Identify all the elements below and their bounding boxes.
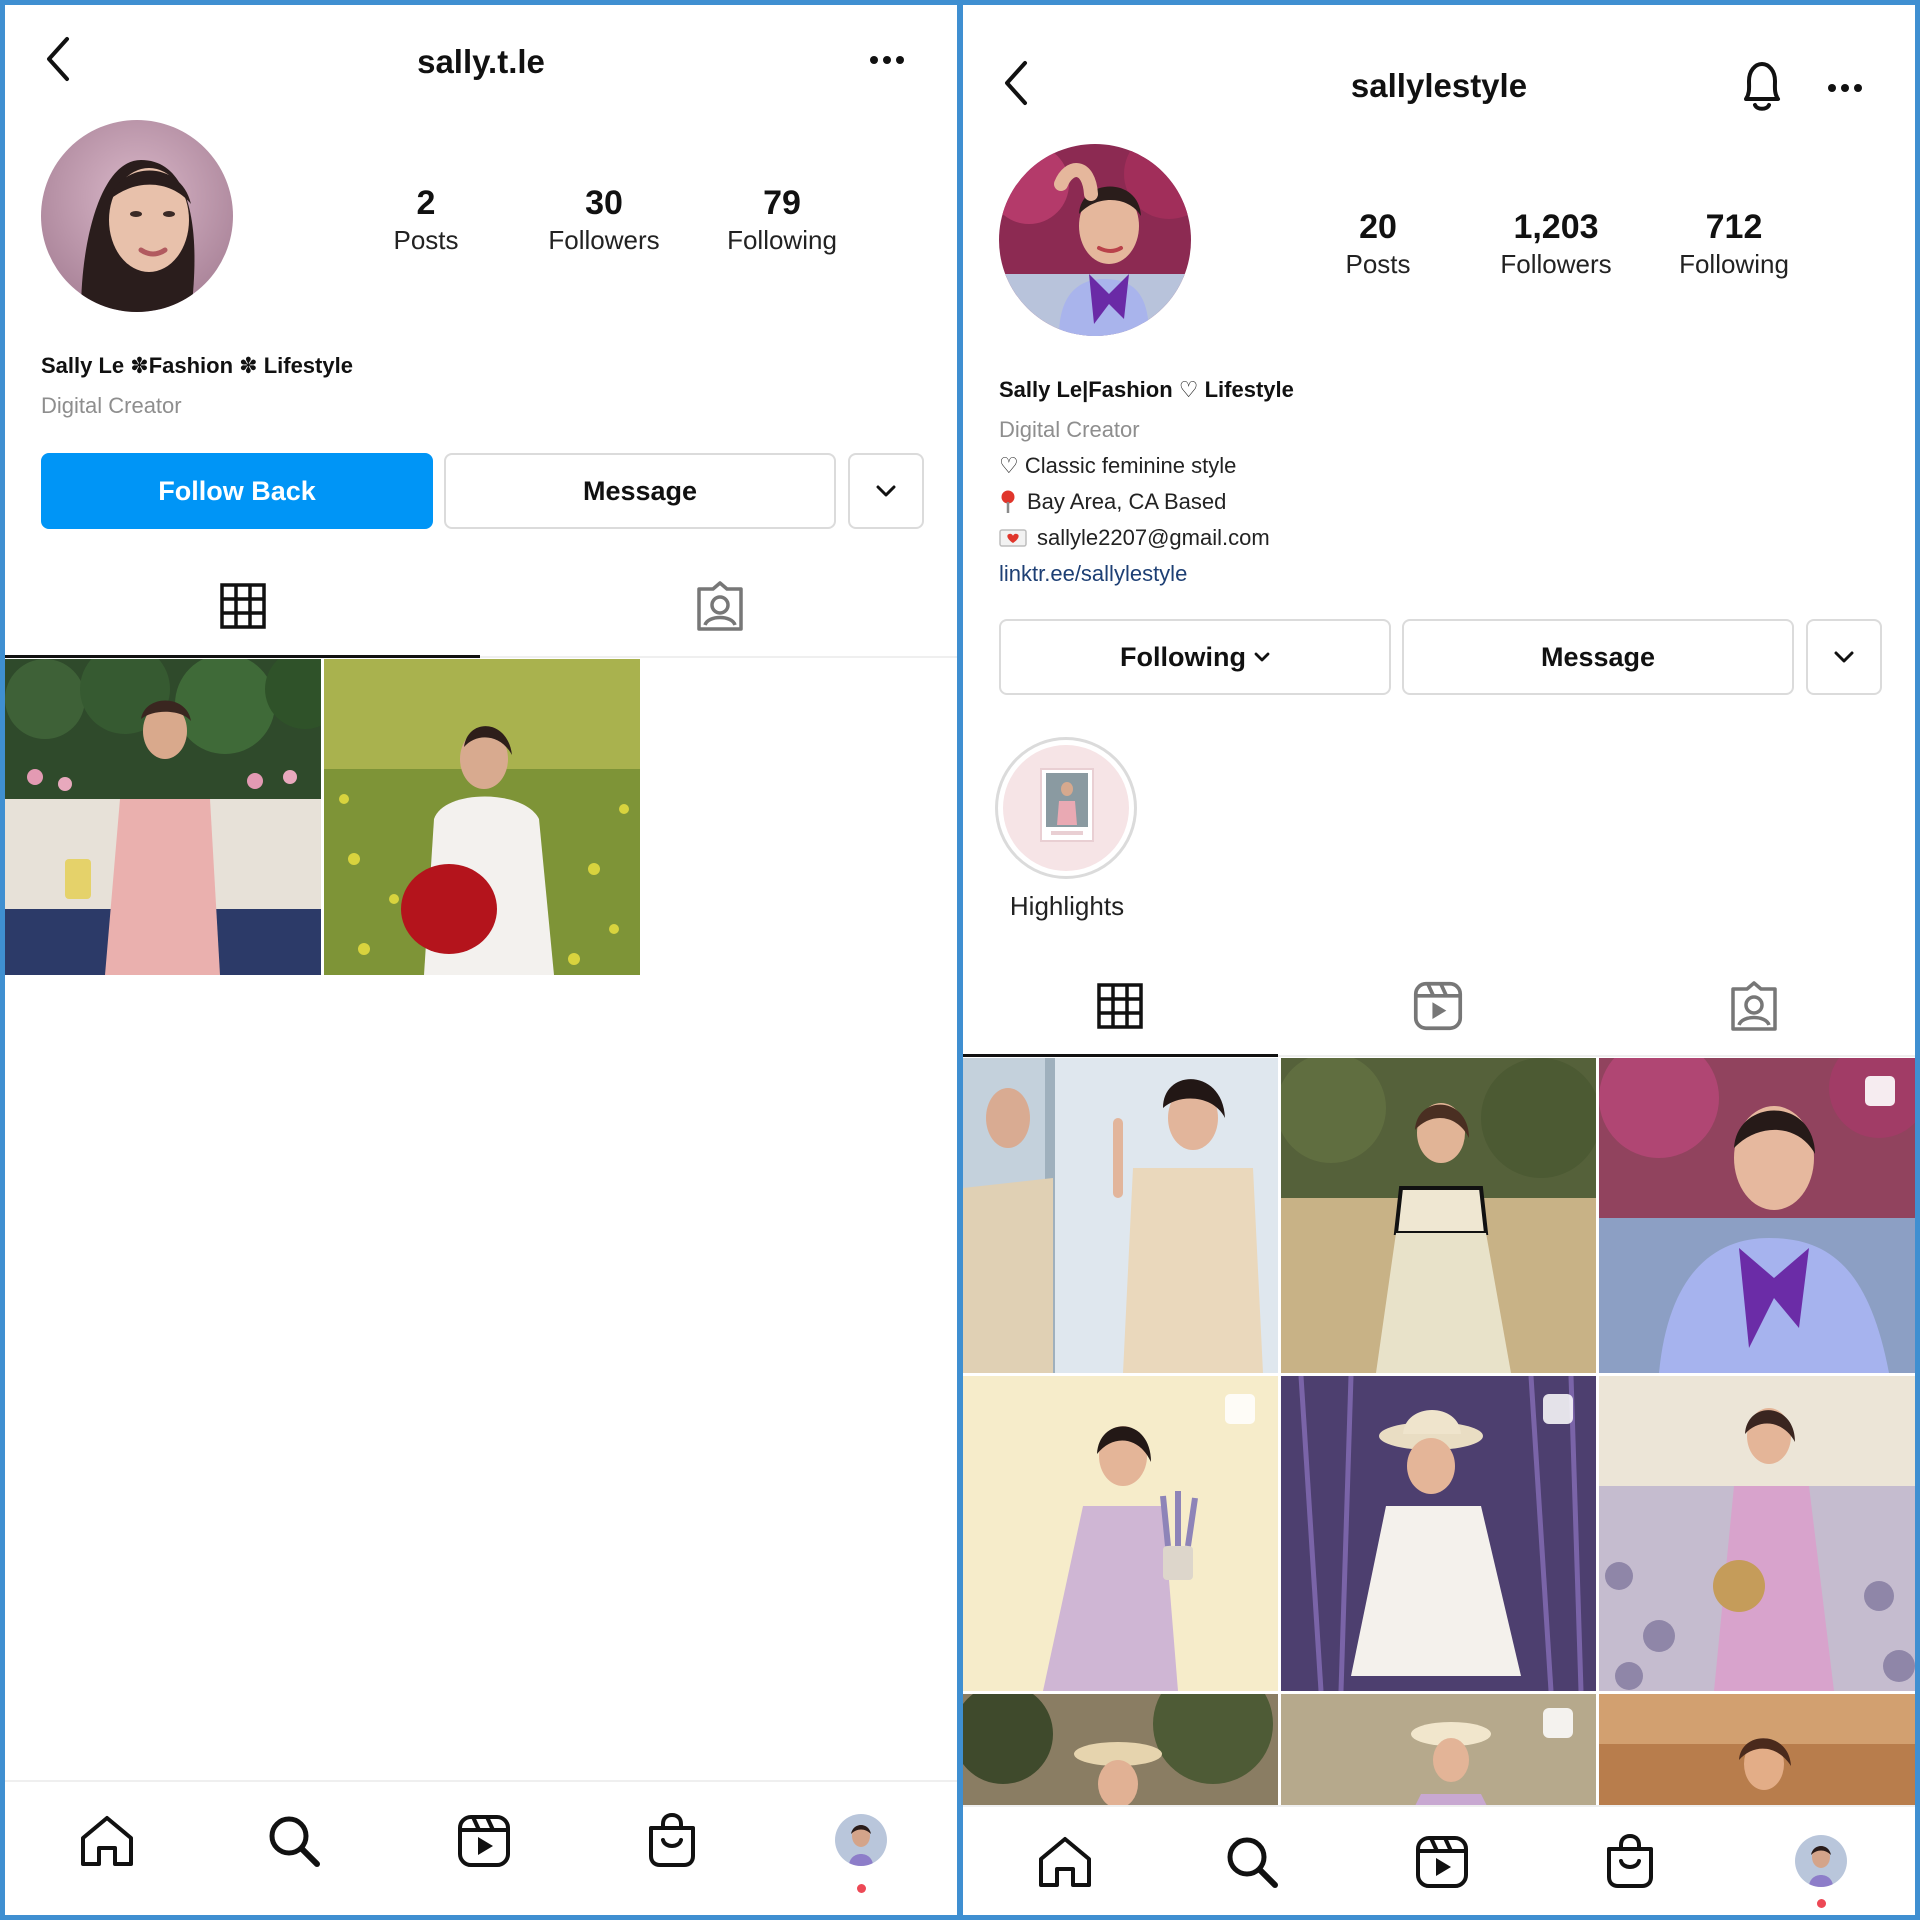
tagged-icon[interactable]	[695, 581, 745, 631]
following-button-label: Following	[1120, 641, 1246, 672]
back-arrow-icon[interactable]	[43, 35, 73, 83]
posts-count-label: Posts	[1345, 249, 1411, 279]
tab-active-indicator	[963, 1054, 1278, 1057]
following-count-value: 712	[1705, 208, 1763, 246]
reels-icon[interactable]	[1415, 1835, 1469, 1889]
pin-icon	[999, 490, 1017, 514]
grid-icon[interactable]	[1097, 983, 1143, 1029]
post-tile-white-sweater[interactable]	[324, 659, 640, 975]
profile-username: sallylestyle	[1350, 67, 1528, 104]
bio-line-email: sallyle2207@gmail.com	[999, 525, 1270, 551]
post-tile-purple-scarf[interactable]	[1599, 1058, 1915, 1373]
tab-active-indicator	[5, 655, 480, 658]
love-letter-icon	[999, 528, 1027, 548]
posts-count-value: 20	[1359, 208, 1397, 246]
following-count-label: Following	[727, 225, 837, 255]
profile-avatar[interactable]	[999, 144, 1191, 336]
followers-count-label: Followers	[1500, 249, 1612, 279]
profile-avatar[interactable]	[1795, 1835, 1847, 1887]
bell-icon[interactable]	[1738, 59, 1786, 113]
back-arrow-icon[interactable]	[1001, 59, 1031, 107]
bio-email-text: sallyle2207@gmail.com	[1037, 525, 1270, 550]
following-count-value: 79	[763, 184, 801, 222]
post-tile-lavender-field[interactable]	[1599, 1376, 1915, 1691]
home-icon[interactable]	[1037, 1835, 1093, 1889]
chevron-down-icon	[1254, 652, 1270, 662]
followers-count[interactable]: 1,203 Followers	[1481, 207, 1631, 281]
message-button[interactable]: Message	[444, 453, 836, 529]
reels-icon[interactable]	[457, 1814, 511, 1868]
post-tile-sunset[interactable]	[1599, 1694, 1915, 1814]
followers-count-label: Followers	[548, 225, 660, 255]
following-count-label: Following	[1679, 249, 1789, 279]
chevron-down-icon	[1834, 651, 1854, 663]
followers-count[interactable]: 30 Followers	[529, 183, 679, 257]
post-tile-field-hat[interactable]	[1281, 1694, 1596, 1814]
search-icon[interactable]	[1225, 1835, 1279, 1889]
post-tile-pink-dress[interactable]	[5, 659, 321, 975]
story-highlight[interactable]	[995, 737, 1137, 879]
suggested-dropdown-button[interactable]	[1806, 619, 1882, 695]
posts-count-label: Posts	[393, 225, 459, 255]
message-button[interactable]: Message	[1402, 619, 1794, 695]
post-tile-lavender-hat[interactable]	[1281, 1376, 1596, 1691]
shop-icon[interactable]	[647, 1812, 697, 1868]
post-tile-meadow-dress[interactable]	[1281, 1058, 1596, 1373]
post-tile-mirror[interactable]	[963, 1058, 1278, 1373]
more-options-icon[interactable]	[869, 55, 905, 65]
carousel-icon	[1867, 1076, 1901, 1110]
tagged-icon[interactable]	[1729, 981, 1779, 1031]
posts-count[interactable]: 2 Posts	[351, 183, 501, 257]
profile-avatar[interactable]	[41, 120, 233, 312]
posts-count[interactable]: 20 Posts	[1303, 207, 1453, 281]
notification-dot	[1817, 1899, 1826, 1908]
followers-count-value: 30	[585, 184, 623, 222]
grid-icon[interactable]	[220, 583, 266, 629]
profile-screen-sally-t-le: sally.t.le 2 Posts 30 Followers 79 Follo…	[5, 5, 957, 1915]
notification-dot	[857, 1884, 866, 1893]
more-options-icon[interactable]	[1827, 83, 1863, 93]
shop-icon[interactable]	[1605, 1833, 1655, 1889]
bottom-navigation	[5, 1780, 957, 1915]
follow-back-button[interactable]: Follow Back	[41, 453, 433, 529]
profile-screen-sallylestyle: sallylestyle 20 Posts 1,203 Followers 71…	[963, 5, 1915, 1915]
home-icon[interactable]	[79, 1814, 135, 1868]
display-name: Sally Le ✽Fashion ✽ Lifestyle	[41, 353, 353, 378]
suggested-dropdown-button[interactable]	[848, 453, 924, 529]
bio-location-text: Bay Area, CA Based	[1027, 489, 1227, 514]
profile-username: sally.t.le	[417, 43, 545, 80]
bio-link[interactable]: linktr.ee/sallylestyle	[999, 561, 1187, 587]
highlight-cover	[1003, 745, 1129, 871]
category-label: Digital Creator	[999, 417, 1140, 442]
post-tile-straw-hat[interactable]	[963, 1694, 1278, 1814]
posts-count-value: 2	[416, 184, 436, 222]
following-button[interactable]: Following	[999, 619, 1391, 695]
reels-icon[interactable]	[1413, 981, 1463, 1031]
bottom-navigation	[963, 1805, 1915, 1915]
post-tile-lavender-pot[interactable]	[963, 1376, 1278, 1691]
bio-line-style: ♡ Classic feminine style	[999, 453, 1237, 478]
following-count[interactable]: 79 Following	[707, 183, 857, 257]
profile-avatar[interactable]	[835, 1814, 887, 1866]
highlight-label: Highlights	[1009, 891, 1125, 921]
following-count[interactable]: 712 Following	[1659, 207, 1809, 281]
followers-count-value: 1,203	[1513, 208, 1599, 246]
display-name: Sally Le|Fashion ♡ Lifestyle	[999, 377, 1294, 402]
chevron-down-icon	[876, 485, 896, 497]
search-icon[interactable]	[267, 1814, 321, 1868]
category-label: Digital Creator	[41, 393, 182, 418]
bio-line-location: Bay Area, CA Based	[999, 489, 1226, 515]
